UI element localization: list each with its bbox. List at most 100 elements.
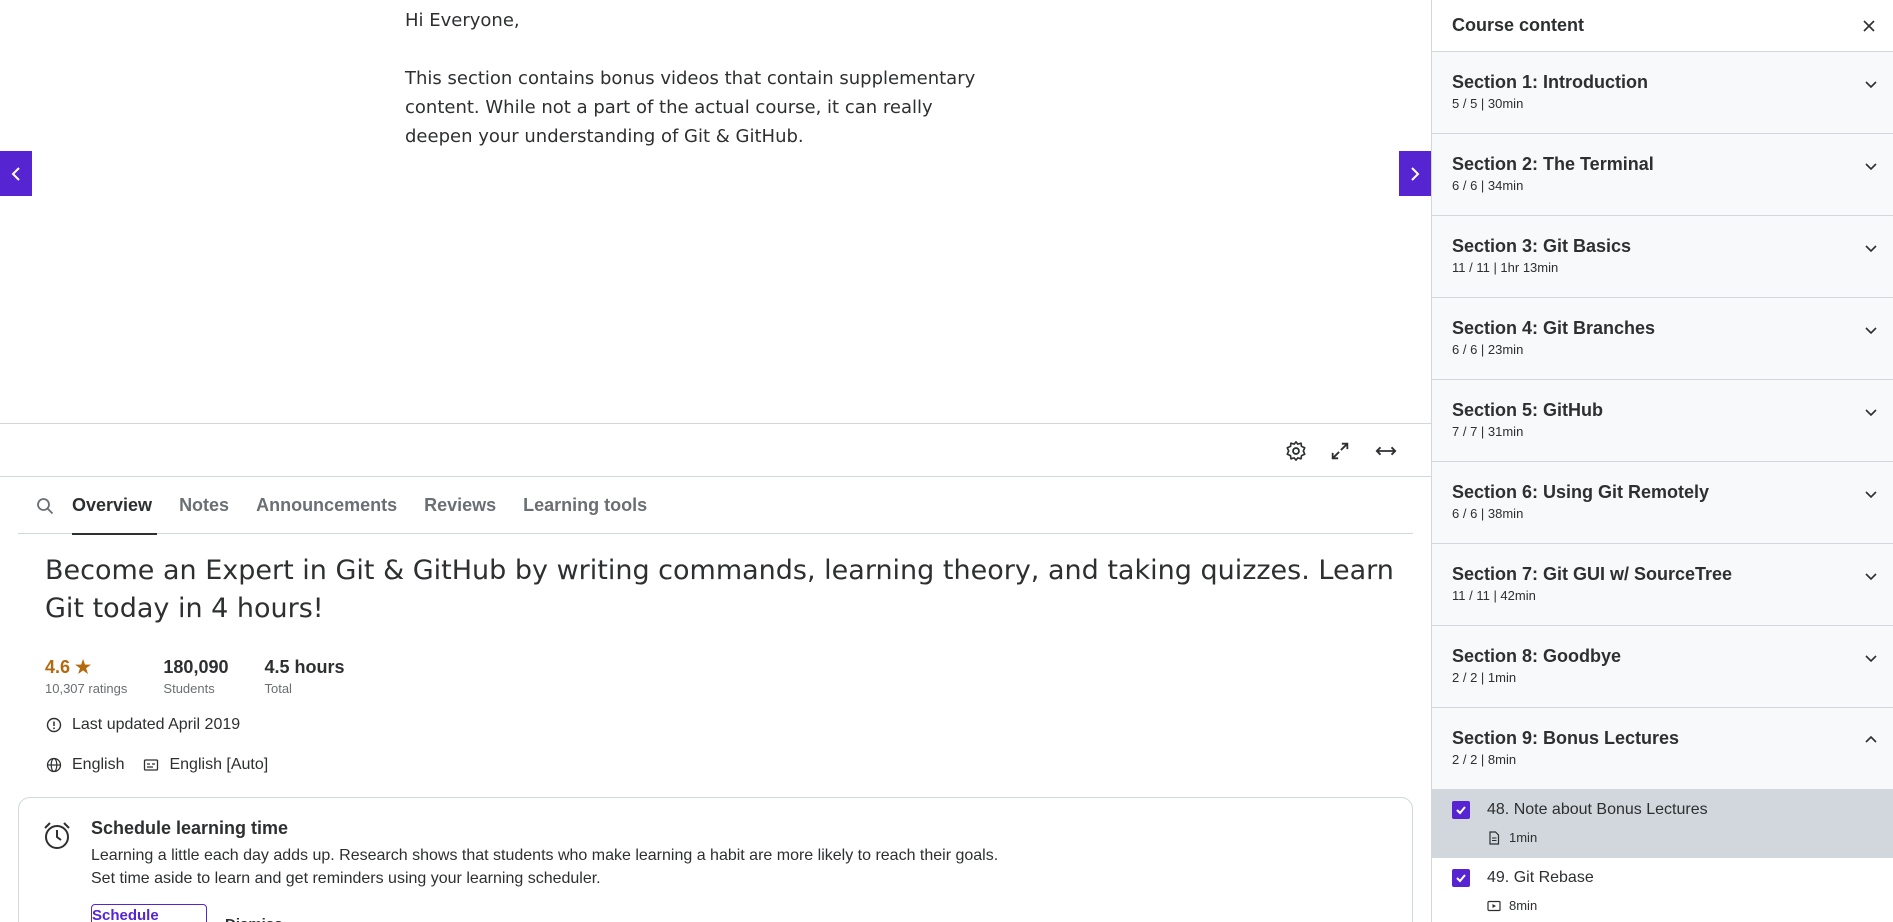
section-meta: 6 / 6 | 34min (1452, 178, 1524, 193)
section-meta: 11 / 11 | 42min (1452, 588, 1536, 603)
close-sidebar-button[interactable] (1859, 16, 1879, 36)
section-meta: 11 / 11 | 1hr 13min (1452, 260, 1559, 275)
section-header[interactable]: Section 8: Goodbye 2 / 2 | 1min (1432, 626, 1893, 708)
check-icon (1456, 874, 1466, 883)
section-meta: 7 / 7 | 31min (1452, 424, 1524, 439)
schedule-title: Schedule learning time (91, 818, 289, 838)
course-stats: 4.6 ★ 10,307 ratings 180,090 Students 4.… (45, 656, 381, 698)
students-stat: 180,090 Students (163, 656, 228, 698)
chevron-right-icon (1411, 166, 1420, 181)
section-header[interactable]: Section 3: Git Basics 11 / 11 | 1hr 13mi… (1432, 216, 1893, 298)
rating-value: 4.6 (45, 657, 71, 677)
section-title: Section 6: Using Git Remotely (1452, 482, 1710, 502)
section-meta: 6 / 6 | 23min (1452, 342, 1524, 357)
section-title: Section 9: Bonus Lectures (1452, 728, 1680, 748)
chevron-down-icon (1865, 81, 1877, 89)
course-headline: Become an Expert in Git & GitHub by writ… (45, 555, 1394, 624)
chevron-down-icon (1865, 409, 1877, 417)
chevron-up-icon (1865, 735, 1877, 743)
previous-lecture-button[interactable] (0, 151, 32, 196)
section-header[interactable]: Section 2: The Terminal 6 / 6 | 34min (1432, 134, 1893, 216)
lecture-item[interactable]: 48. Note about Bonus Lectures 1min (1432, 790, 1893, 858)
ratings-count: 10,307 ratings (45, 681, 128, 696)
hours-stat: 4.5 hours Total (264, 656, 344, 698)
lecture-viewer: Hi Everyone, This section contains bonus… (0, 0, 1431, 424)
sidebar-title: Course content (1452, 15, 1585, 35)
video-icon (1487, 900, 1501, 911)
chevron-down-icon (1865, 245, 1877, 253)
lecture-duration: 1min (1509, 830, 1538, 845)
lecture-complete-checkbox[interactable] (1452, 869, 1470, 887)
settings-button[interactable] (1283, 438, 1309, 464)
schedule-learning-button[interactable]: Schedule learning time (91, 904, 207, 922)
students-label: Students (163, 681, 215, 696)
section-title: Section 5: GitHub (1452, 400, 1604, 420)
course-tabs: Overview Notes Announcements Reviews Lea… (18, 478, 1413, 535)
chevron-down-icon (1865, 655, 1877, 663)
arrows-horizontal-icon (1375, 446, 1397, 456)
last-updated-text: Last updated April 2019 (72, 716, 241, 733)
lecture-item[interactable]: 49. Git Rebase 8min (1432, 858, 1893, 922)
schedule-desc-line2: Set time aside to learn and get reminder… (91, 870, 601, 887)
lecture-duration: 8min (1509, 898, 1538, 913)
player-control-bar (0, 425, 1431, 477)
section-title: Section 3: Git Basics (1452, 236, 1632, 256)
lecture-greeting: Hi Everyone, (405, 10, 520, 31)
next-lecture-button[interactable] (1399, 151, 1431, 196)
section-header[interactable]: Section 4: Git Branches 6 / 6 | 23min (1432, 298, 1893, 380)
tab-notes[interactable]: Notes (179, 478, 229, 534)
section-title: Section 2: The Terminal (1452, 154, 1654, 174)
section-meta: 6 / 6 | 38min (1452, 506, 1524, 521)
section-header[interactable]: Section 9: Bonus Lectures 2 / 2 | 8min (1432, 708, 1893, 790)
chevron-down-icon (1865, 327, 1877, 335)
document-icon (1489, 830, 1500, 845)
schedule-desc-line1: Learning a little each day adds up. Rese… (91, 847, 999, 864)
alert-icon (45, 716, 63, 734)
lecture-complete-checkbox[interactable] (1452, 801, 1470, 819)
chevron-down-icon (1865, 491, 1877, 499)
globe-icon (45, 756, 63, 774)
tab-announcements[interactable]: Announcements (256, 478, 397, 534)
language-row: English English [Auto] (45, 756, 268, 774)
section-header[interactable]: Section 7: Git GUI w/ SourceTree 11 / 11… (1432, 544, 1893, 626)
search-tab[interactable] (18, 478, 72, 534)
students-value: 180,090 (163, 657, 229, 677)
section-meta: 2 / 2 | 1min (1452, 670, 1517, 685)
section-header[interactable]: Section 6: Using Git Remotely 6 / 6 | 38… (1432, 462, 1893, 544)
section-title: Section 1: Introduction (1452, 72, 1648, 92)
chevron-down-icon (1865, 573, 1877, 581)
lecture-title: 48. Note about Bonus Lectures (1487, 801, 1708, 818)
sidebar-header: Course content (1432, 0, 1893, 52)
section-header[interactable]: Section 1: Introduction 5 / 5 | 30min (1432, 52, 1893, 134)
check-icon (1456, 806, 1466, 815)
last-updated-row: Last updated April 2019 (45, 716, 240, 734)
close-icon (1863, 19, 1875, 32)
gear-icon (1286, 441, 1306, 461)
tab-overview[interactable]: Overview (72, 478, 158, 535)
fullscreen-button[interactable] (1327, 438, 1353, 464)
rating-stat: 4.6 ★ 10,307 ratings (45, 656, 127, 698)
lecture-title: 49. Git Rebase (1487, 869, 1594, 886)
tab-learning-tools[interactable]: Learning tools (523, 478, 647, 534)
section-meta: 2 / 2 | 8min (1452, 752, 1517, 767)
section-title: Section 4: Git Branches (1452, 318, 1656, 338)
schedule-learning-card: Schedule learning time Learning a little… (18, 797, 1413, 922)
tab-reviews[interactable]: Reviews (424, 478, 496, 534)
alarm-clock-icon (44, 822, 70, 849)
search-icon (37, 497, 54, 514)
lecture-body: This section contains bonus videos that … (405, 68, 976, 147)
captions-icon (142, 756, 160, 774)
lecture-article: Hi Everyone, This section contains bonus… (405, 6, 1005, 180)
section-title: Section 8: Goodbye (1452, 646, 1622, 666)
captions-text: English [Auto] (169, 756, 269, 773)
hours-label: Total (264, 681, 292, 696)
lecture-meta: 1min (1487, 830, 1537, 845)
main-content: Hi Everyone, This section contains bonus… (0, 0, 1431, 922)
schedule-description: Learning a little each day adds up. Rese… (91, 844, 1091, 890)
lecture-meta: 8min (1487, 898, 1537, 913)
expand-icon (1331, 442, 1349, 460)
section-header[interactable]: Section 5: GitHub 7 / 7 | 31min (1432, 380, 1893, 462)
dismiss-button[interactable]: Dismiss (225, 904, 283, 922)
expanded-view-button[interactable] (1373, 438, 1399, 464)
section-title: Section 7: Git GUI w/ SourceTree (1452, 564, 1733, 584)
